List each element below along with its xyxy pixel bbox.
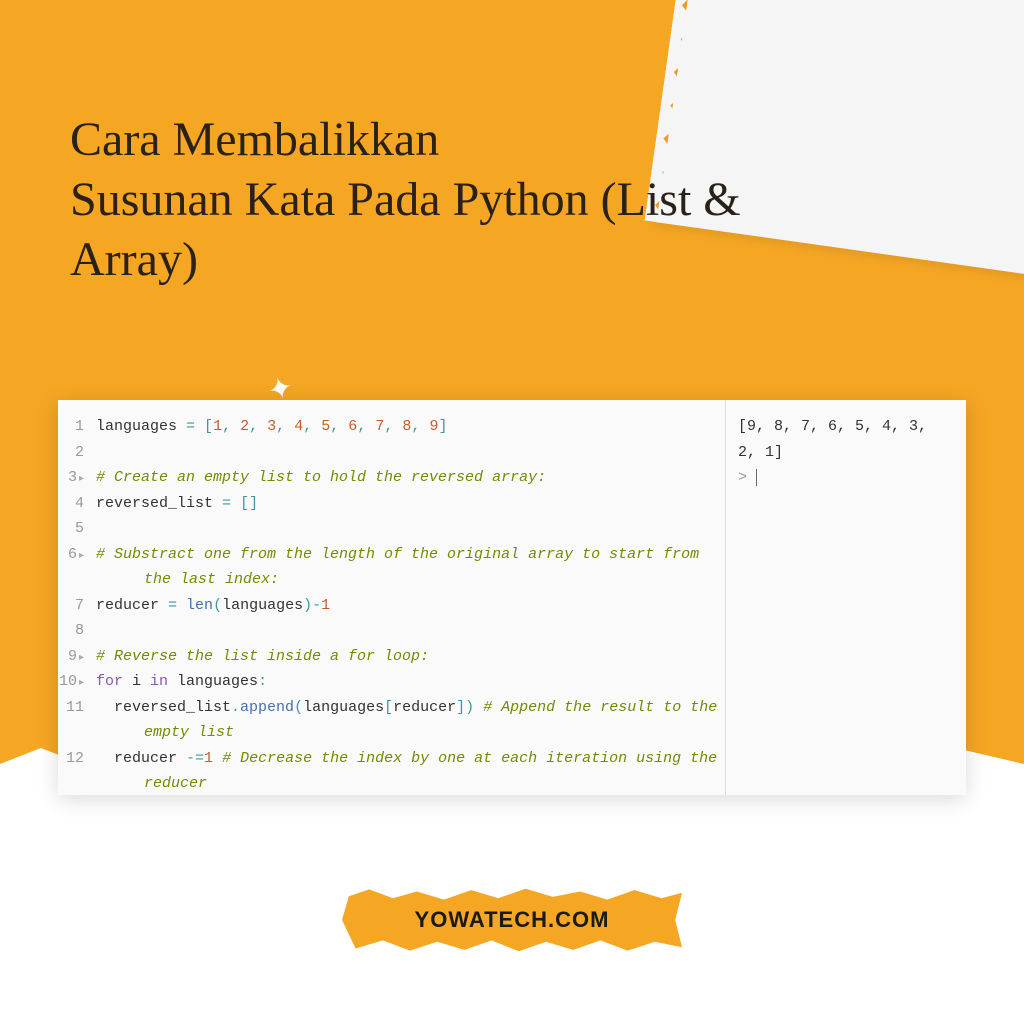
output-result: [9, 8, 7, 6, 5, 4, 3, 2, 1]	[738, 414, 954, 465]
code-line: for i in languages:	[96, 669, 725, 695]
line-number: 7	[58, 593, 84, 619]
code-line: reducer -=1 # Decrease the index by one …	[96, 746, 725, 772]
line-number: 4	[58, 491, 84, 517]
output-pane: [9, 8, 7, 6, 5, 4, 3, 2, 1] >	[726, 400, 966, 795]
code-line	[96, 618, 725, 644]
code-editor[interactable]: 123456 7891011 12 1314 languages = [1, 2…	[58, 400, 726, 795]
brand-text: YOWATECH.COM	[415, 907, 610, 933]
code-line: # Reverse the list inside a for loop:	[96, 644, 725, 670]
line-number: 9	[58, 644, 84, 670]
code-panel: 123456 7891011 12 1314 languages = [1, 2…	[58, 400, 966, 795]
line-number: 6	[58, 542, 84, 568]
code-content: languages = [1, 2, 3, 4, 5, 6, 7, 8, 9] #…	[92, 414, 725, 795]
code-line: reversed_list.append(languages[reducer])…	[96, 695, 725, 721]
code-line: # Create an empty list to hold the rever…	[96, 465, 725, 491]
code-line	[96, 516, 725, 542]
page-title: Cara MembalikkanSusunan Kata Pada Python…	[70, 110, 790, 290]
code-line: languages = [1, 2, 3, 4, 5, 6, 7, 8, 9]	[96, 414, 725, 440]
line-gutter: 123456 7891011 12 1314	[58, 414, 92, 795]
code-line: reversed_list = []	[96, 491, 725, 517]
line-number: 5	[58, 516, 84, 542]
line-number: 12	[58, 746, 84, 772]
line-number: 11	[58, 695, 84, 721]
code-line: reducer = len(languages)-1	[96, 593, 725, 619]
line-number: 3	[58, 465, 84, 491]
line-number: 2	[58, 440, 84, 466]
output-prompt[interactable]: >	[738, 465, 954, 491]
line-number: 10	[58, 669, 84, 695]
line-number: 1	[58, 414, 84, 440]
line-number: 8	[58, 618, 84, 644]
code-line	[96, 440, 725, 466]
code-line: # Substract one from the length of the o…	[96, 542, 725, 568]
